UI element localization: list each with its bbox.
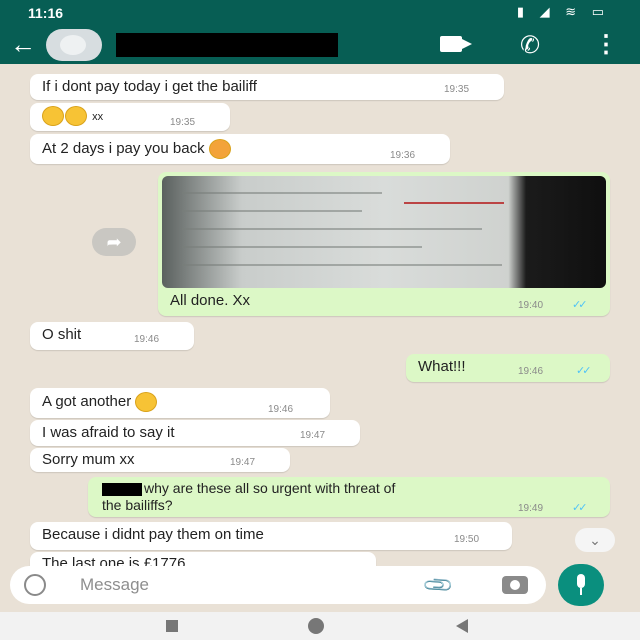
message-incoming[interactable]: At 2 days i pay you back 19:36 bbox=[30, 134, 450, 164]
image-caption: All done. Xx bbox=[170, 292, 251, 309]
back-icon[interactable] bbox=[456, 619, 468, 633]
contact-avatar[interactable] bbox=[46, 29, 102, 61]
read-ticks-icon: ✓✓ bbox=[572, 299, 588, 311]
contact-name-redacted[interactable] bbox=[116, 33, 338, 57]
camera-icon[interactable] bbox=[502, 576, 528, 594]
message-input[interactable]: Message bbox=[80, 575, 149, 595]
message-text: If i dont pay today i get the bailiff bbox=[42, 78, 257, 95]
message-text: At 2 days i pay you back bbox=[42, 139, 205, 157]
message-time: 19:40 bbox=[518, 300, 544, 311]
read-ticks-icon: ✓✓ bbox=[572, 502, 588, 514]
message-content: A got another bbox=[42, 392, 158, 412]
message-content: xx bbox=[42, 106, 103, 126]
emoji-icon bbox=[208, 139, 231, 159]
message-text: A got another bbox=[42, 392, 132, 410]
message-outgoing[interactable]: What!!! 19:46 ✓✓ bbox=[406, 354, 610, 382]
message-time: 19:36 bbox=[390, 150, 416, 161]
emoji-picker-icon[interactable] bbox=[24, 574, 46, 596]
message-incoming[interactable]: A got another 19:46 bbox=[30, 388, 330, 418]
status-icons: ▮ ◢ ≋ ▭ bbox=[516, 4, 610, 19]
recent-apps-icon[interactable] bbox=[166, 620, 178, 632]
message-text: xx bbox=[92, 110, 104, 123]
message-time: 19:50 bbox=[454, 534, 480, 545]
more-options-icon[interactable]: ⋮ bbox=[594, 30, 618, 59]
message-text: Sorry mum xx bbox=[42, 451, 135, 468]
message-time: 19:35 bbox=[444, 84, 470, 95]
status-time: 11:16 bbox=[28, 5, 64, 21]
voice-call-icon[interactable]: ✆ bbox=[520, 31, 540, 60]
home-icon[interactable] bbox=[308, 618, 324, 634]
message-outgoing-image[interactable]: All done. Xx 19:40 ✓✓ bbox=[158, 172, 610, 316]
message-incoming[interactable]: I was afraid to say it 19:47 bbox=[30, 420, 360, 446]
attach-icon[interactable]: 📎 bbox=[421, 568, 456, 603]
microphone-button[interactable] bbox=[558, 564, 604, 606]
message-time: 19:49 bbox=[518, 503, 544, 514]
message-text: Because i didnt pay them on time bbox=[42, 526, 264, 543]
read-ticks-icon: ✓✓ bbox=[576, 365, 592, 377]
message-time: 19:46 bbox=[268, 404, 294, 415]
message-text: I was afraid to say it bbox=[42, 424, 175, 441]
status-bar: 11:16 ▮ ◢ ≋ ▭ bbox=[0, 0, 640, 26]
message-incoming[interactable]: If i dont pay today i get the bailiff 19… bbox=[30, 74, 504, 100]
chat-header: ← ✆ ⋮ bbox=[0, 26, 640, 64]
message-time: 19:47 bbox=[230, 457, 256, 468]
message-incoming[interactable]: Because i didnt pay them on time 19:50 bbox=[30, 522, 512, 550]
emoji-icon bbox=[135, 392, 158, 412]
back-arrow-icon[interactable]: ← bbox=[10, 30, 36, 58]
message-incoming[interactable]: Sorry mum xx 19:47 bbox=[30, 448, 290, 472]
emoji-icon bbox=[42, 106, 64, 126]
shared-photo[interactable] bbox=[162, 176, 606, 288]
redacted-name bbox=[102, 482, 142, 496]
video-call-icon[interactable] bbox=[440, 36, 462, 52]
message-outgoing[interactable]: why are these all so urgent with threat … bbox=[88, 477, 610, 517]
message-incoming[interactable]: O shit 19:46 bbox=[30, 322, 194, 350]
message-text-line2: the bailiffs? bbox=[102, 497, 173, 513]
message-time: 19:35 bbox=[170, 117, 196, 128]
system-nav-bar bbox=[0, 612, 640, 640]
message-time: 19:46 bbox=[134, 334, 160, 345]
message-content: At 2 days i pay you back bbox=[42, 139, 232, 159]
message-input-bar: Message 📎 bbox=[10, 566, 546, 604]
message-time: 19:46 bbox=[518, 366, 544, 377]
message-incoming[interactable]: xx 19:35 bbox=[30, 103, 230, 131]
message-text-line1: why are these all so urgent with threat … bbox=[102, 480, 395, 496]
scroll-down-icon[interactable]: ⌄ bbox=[575, 528, 615, 552]
message-time: 19:47 bbox=[300, 430, 326, 441]
message-text: O shit bbox=[42, 326, 82, 343]
emoji-icon bbox=[65, 106, 87, 126]
message-text: What!!! bbox=[418, 358, 466, 375]
forward-icon[interactable]: ➦ bbox=[92, 228, 136, 256]
